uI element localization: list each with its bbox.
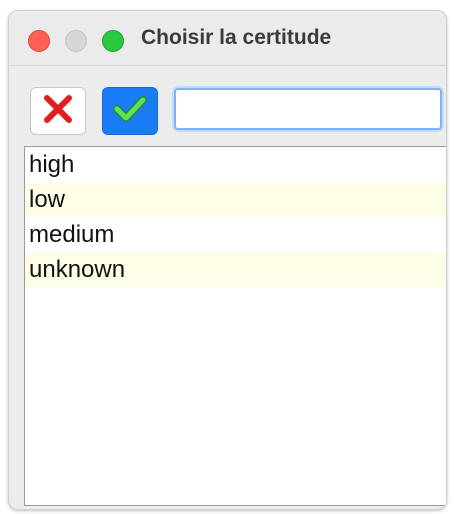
filter-input[interactable] bbox=[174, 88, 442, 130]
dialog-window: Choisir la certitude high low medium unk… bbox=[8, 10, 447, 510]
list-item[interactable]: low bbox=[25, 182, 446, 217]
window-minimize-button[interactable] bbox=[65, 30, 87, 52]
window-zoom-button[interactable] bbox=[102, 30, 124, 52]
title-bar: Choisir la certitude bbox=[9, 11, 446, 66]
list-item[interactable]: unknown bbox=[25, 252, 446, 287]
confirm-button[interactable] bbox=[102, 87, 158, 135]
cancel-button[interactable] bbox=[30, 87, 86, 135]
checkmark-icon bbox=[113, 95, 147, 128]
window-close-button[interactable] bbox=[28, 30, 50, 52]
close-icon bbox=[43, 94, 73, 129]
list-item[interactable]: high bbox=[25, 147, 446, 182]
list-item[interactable]: medium bbox=[25, 217, 446, 252]
certainty-list[interactable]: high low medium unknown bbox=[24, 146, 446, 506]
window-title: Choisir la certitude bbox=[141, 26, 332, 49]
